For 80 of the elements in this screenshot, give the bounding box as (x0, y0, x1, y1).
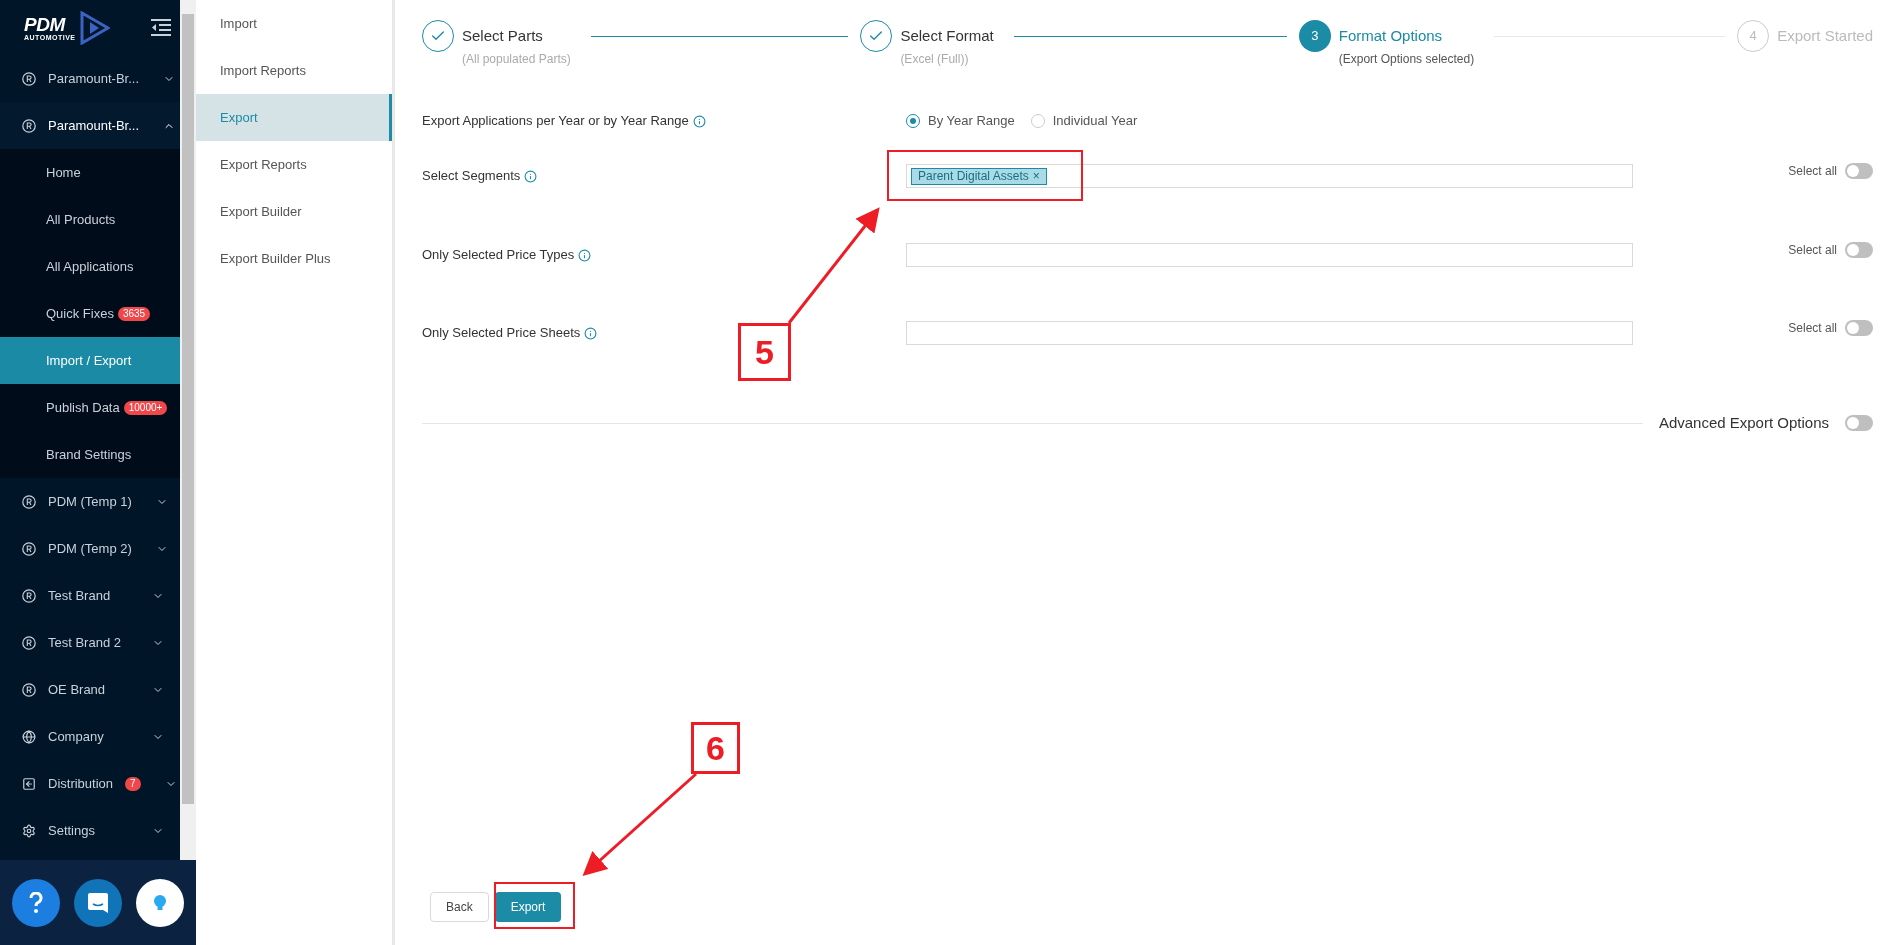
sidebar-item[interactable]: Test Brand 2 (0, 619, 180, 666)
step-title: Select Format (900, 26, 994, 46)
submenu-item[interactable]: Import (196, 0, 392, 47)
field-label: Select Segments (422, 167, 521, 186)
field-label: Only Selected Price Sheets (422, 324, 581, 343)
play-logo-icon (79, 10, 110, 45)
sidebar-subitem[interactable]: Quick Fixes 3635 (0, 290, 180, 337)
toggle-switch[interactable] (1845, 242, 1873, 258)
select-all-label: Select all (1788, 242, 1837, 259)
registered-icon (22, 635, 36, 650)
sidebar-subitem[interactable]: All Products (0, 196, 180, 243)
select-all-label: Select all (1788, 163, 1837, 180)
advanced-options-label: Advanced Export Options (1658, 413, 1829, 433)
step-title: Format Options (1338, 26, 1444, 46)
sidebar-subitem[interactable]: Home (0, 149, 180, 196)
info-icon[interactable] (524, 169, 538, 183)
submenu-item[interactable]: Export Builder (196, 188, 392, 235)
question-mark-icon (29, 891, 43, 914)
registered-icon (22, 541, 36, 556)
toggle-switch[interactable] (1845, 163, 1873, 179)
remove-tag-button[interactable]: × (1032, 168, 1040, 184)
step-subtitle: (All populated Parts) (462, 51, 571, 68)
sidebar-item[interactable]: Paramount-Br... (0, 55, 180, 102)
registered-icon (22, 494, 36, 509)
registered-icon (22, 118, 36, 133)
step-subtitle: (Excel (Full)) (900, 51, 970, 68)
step-subtitle: (Export Options selected) (1338, 51, 1475, 68)
segment-tag: Parent Digital Assets × (911, 167, 1047, 185)
sidebar-item[interactable]: Paramount-Br... (0, 102, 180, 149)
logo-title: PDM (24, 14, 67, 34)
sidebar-item[interactable]: Company (0, 713, 180, 760)
registered-icon (22, 682, 36, 697)
radio-label: By Year Range (928, 112, 1015, 131)
select-all-label: Select all (1788, 320, 1837, 337)
step-title: Export Started (1777, 26, 1873, 46)
field-label: Only Selected Price Types (422, 246, 575, 265)
sidebar-item[interactable]: Distribution 7 (0, 760, 180, 807)
submenu-item[interactable]: Export Builder Plus (196, 235, 392, 282)
sidebar-subitem[interactable]: All Applications (0, 243, 180, 290)
sidebar-item[interactable]: Settings (0, 807, 180, 854)
scrollbar[interactable] (180, 0, 196, 860)
sidebar-item[interactable]: PDM (Temp 2) (0, 525, 180, 572)
step-title: Select Parts (462, 26, 544, 46)
collapse-menu-icon[interactable] (150, 17, 172, 38)
gear-icon (22, 823, 36, 838)
multiselect-field[interactable] (906, 321, 1633, 345)
multiselect-field[interactable] (906, 243, 1633, 267)
registered-icon (22, 588, 36, 603)
lightbulb-icon (153, 893, 167, 912)
count-badge: 10000+ (123, 400, 168, 415)
sidebar-item[interactable]: PDM (Temp 1) (0, 478, 180, 525)
submenu-item[interactable]: Export Reports (196, 141, 392, 188)
help-button[interactable] (12, 878, 60, 927)
step-number: 3 (1298, 20, 1331, 52)
sidebar-item[interactable]: OE Brand (0, 666, 180, 713)
export-button[interactable]: Export (494, 892, 562, 922)
sidebar-item[interactable]: Test Brand (0, 572, 180, 619)
info-icon[interactable] (692, 114, 706, 128)
count-badge: 3635 (117, 306, 151, 321)
field-label: Export Applications per Year or by Year Range (422, 112, 689, 131)
step-marker: 6 (691, 722, 740, 774)
info-icon[interactable] (578, 248, 592, 262)
submenu-item[interactable]: Import Reports (196, 47, 392, 94)
count-badge: 7 (125, 776, 141, 791)
toggle-switch[interactable] (1845, 320, 1873, 336)
info-icon[interactable] (584, 326, 598, 340)
multiselect-field[interactable]: Parent Digital Assets × (906, 164, 1633, 188)
sidebar-subitem[interactable]: Brand Settings (0, 431, 180, 478)
back-button[interactable]: Back (430, 892, 489, 922)
toggle-switch[interactable] (1845, 415, 1873, 432)
tips-button[interactable] (136, 878, 184, 927)
sidebar-subitem[interactable]: Import / Export (0, 337, 180, 384)
chat-button[interactable] (74, 878, 122, 927)
registered-icon (22, 71, 36, 86)
step-marker: 5 (738, 323, 791, 381)
box-icon (22, 776, 36, 791)
chat-icon (87, 891, 109, 914)
globe-icon (22, 729, 36, 744)
sidebar-subitem[interactable]: Publish Data 10000+ (0, 384, 180, 431)
radio-label: Individual Year (1052, 112, 1138, 131)
